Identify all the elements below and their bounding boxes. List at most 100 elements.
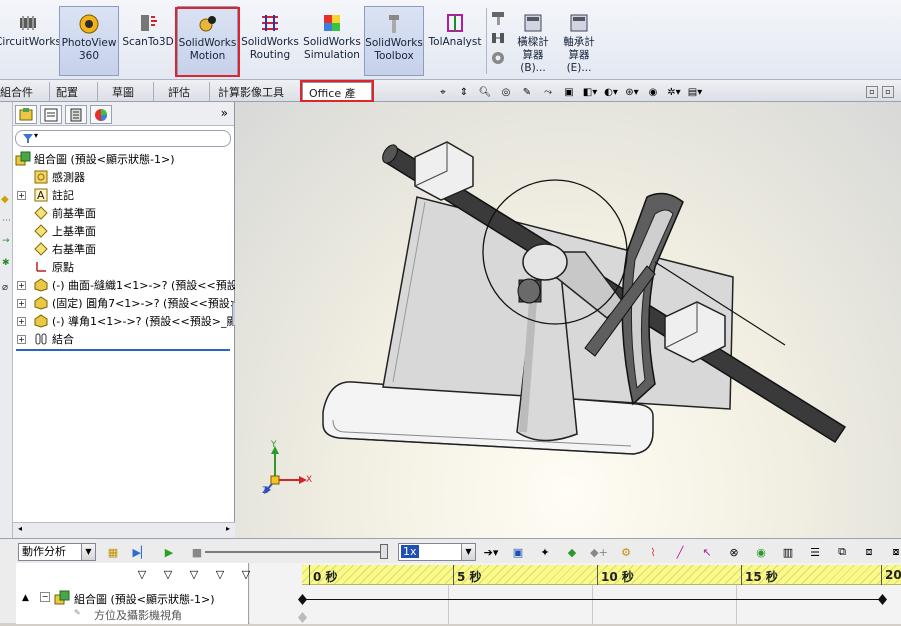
view-orientation-icon[interactable]: ▣	[560, 84, 578, 100]
tree-root[interactable]: 組合圖 (預設<顯示狀態-1>)	[15, 150, 174, 168]
zoom-to-fit-icon[interactable]: ⌖	[434, 84, 452, 100]
circuitworks-button[interactable]: CircuitWorks	[0, 6, 61, 76]
strip-icon-2[interactable]: ⋯	[2, 216, 12, 226]
hide-show-items-icon[interactable]: ◐▾	[602, 84, 620, 100]
autokey-icon[interactable]: ◆	[563, 543, 581, 561]
graphics-area[interactable]: Y X Z	[235, 102, 901, 538]
damper-icon[interactable]: ╱	[671, 543, 689, 561]
filter-selected-icon[interactable]: ▽	[211, 565, 229, 583]
solidworks-routing-button[interactable]: SolidWorks Routing	[241, 6, 299, 76]
dynamic-annotation-icon[interactable]: ⤳	[539, 84, 557, 100]
animation-wizard-icon[interactable]: ✦	[536, 543, 554, 561]
play-icon[interactable]: ▶	[160, 543, 178, 561]
solidworks-simulation-button[interactable]: SolidWorks Simulation	[302, 6, 362, 76]
filter-animated-icon[interactable]: ▽	[159, 565, 177, 583]
displaymanager-tab[interactable]	[90, 105, 112, 124]
motion-study-properties-icon[interactable]: ☰	[806, 543, 824, 561]
scanto3d-button[interactable]: ScanTo3D	[121, 6, 175, 76]
tab-assembly[interactable]: 組合件	[0, 82, 50, 101]
playback-mode-icon[interactable]: ➔▾	[482, 543, 500, 561]
propertymanager-tab[interactable]	[40, 105, 62, 124]
calculate-icon[interactable]: ▦	[104, 543, 122, 561]
strip-icon-4[interactable]: ✱	[2, 258, 12, 268]
filter-dropdown-icon[interactable]: ▾	[34, 131, 38, 140]
key-point-start[interactable]	[298, 594, 307, 605]
tree-item-part-2[interactable]: + (固定) 圓角7<1>->? (預設<<預設>_	[17, 294, 244, 312]
tree-item-mates[interactable]: + 結合	[17, 330, 74, 348]
tree-item-right-plane[interactable]: 右基準面	[33, 240, 96, 258]
strip-icon-5[interactable]: ⌀	[2, 282, 12, 294]
featuremanager-tab[interactable]	[15, 105, 37, 124]
expand-panel-icon[interactable]: »	[221, 106, 228, 120]
force-icon[interactable]: ↖	[698, 543, 716, 561]
expand-icon[interactable]: +	[17, 316, 26, 326]
play-from-start-icon[interactable]: ▶▏	[132, 543, 150, 561]
filter-driving-icon[interactable]: ▽	[185, 565, 203, 583]
beam-calculator-button[interactable]: 橫樑計 算器 (B)...	[512, 6, 554, 76]
add-key-icon[interactable]: ◆+	[590, 543, 608, 561]
zoom-in-icon[interactable]: 🔍︎	[476, 84, 494, 100]
motion-tree-scroll-up-icon[interactable]: ▲	[22, 593, 29, 603]
tree-view-icon[interactable]: ⧈	[860, 543, 878, 561]
time-ruler[interactable]: 0 秒 5 秒 10 秒 15 秒 20	[302, 565, 901, 585]
tree-item-annotations[interactable]: + A 註記	[17, 186, 74, 204]
view-settings-icon[interactable]: ✲▾	[665, 84, 683, 100]
playback-speed-dropdown[interactable]: 1x ▼	[398, 543, 476, 561]
configurationmanager-tab[interactable]	[65, 105, 87, 124]
tree-filter-field[interactable]: ▾	[15, 130, 231, 147]
zoom-to-area-icon[interactable]: ⇕	[455, 84, 473, 100]
tree-rollback-bar[interactable]	[16, 349, 230, 351]
spring-icon[interactable]: ⌇	[644, 543, 662, 561]
photoview-360-button[interactable]: PhotoView 360	[59, 6, 119, 76]
stop-icon[interactable]: ■	[188, 543, 206, 561]
tree-item-part-3[interactable]: + (-) 導角1<1>->? (預設<<預設>_顯示	[17, 312, 248, 330]
screen-capture-icon[interactable]: ▤▾	[686, 84, 704, 100]
section-view-icon[interactable]: ✎	[518, 84, 536, 100]
tolanalyst-button[interactable]: TolAnalyst	[428, 6, 482, 76]
contact-icon[interactable]: ⊗	[725, 543, 743, 561]
timeline[interactable]: 0 秒 5 秒 10 秒 15 秒 20	[250, 563, 901, 624]
expand-icon[interactable]: +	[17, 334, 26, 344]
tree-item-top-plane[interactable]: 上基準面	[33, 222, 96, 240]
motion-tree-child-label[interactable]: 方位及攝影機視角	[94, 607, 182, 623]
expand-icon[interactable]: +	[17, 298, 26, 308]
edit-appearance-icon[interactable]: ⊛▾	[623, 84, 641, 100]
restore-icon[interactable]: ▫	[866, 86, 878, 98]
previous-view-icon[interactable]: ◎	[497, 84, 515, 100]
expand-icon[interactable]: +	[17, 280, 26, 290]
tab-layout[interactable]: 配置	[50, 82, 98, 101]
motor-icon[interactable]: ⚙	[617, 543, 635, 561]
solidworks-toolbox-button[interactable]: SolidWorks Toolbox	[364, 6, 424, 76]
tab-sketch[interactable]: 草圖	[106, 82, 154, 101]
filter-icon[interactable]: ▽	[133, 565, 151, 583]
save-animation-icon[interactable]: ▣	[509, 543, 527, 561]
strip-icon-3[interactable]: →	[2, 236, 12, 246]
expand-icon[interactable]: +	[17, 190, 26, 200]
scroll-right-icon[interactable]: ▸	[222, 524, 234, 537]
results-plots-icon[interactable]: ▥	[779, 543, 797, 561]
panel-horizontal-scrollbar[interactable]: ◂ ▸	[13, 522, 235, 538]
tree-item-sensors[interactable]: 感測器	[33, 168, 85, 186]
washer-icon[interactable]	[490, 50, 506, 66]
key-point-end[interactable]	[878, 594, 887, 605]
hammer-icon[interactable]	[490, 10, 506, 26]
gravity-icon[interactable]: ◉	[752, 543, 770, 561]
scroll-left-icon[interactable]: ◂	[14, 524, 26, 537]
collapse-root-icon[interactable]: −	[40, 592, 50, 602]
key-point-camera[interactable]	[298, 612, 307, 623]
tree-item-part-1[interactable]: + (-) 曲面-縫織1<1>->? (預設<<預設>	[17, 276, 247, 294]
bearing-calculator-button[interactable]: 軸承計 算器 (E)...	[558, 6, 600, 76]
playback-slider-thumb[interactable]	[380, 544, 388, 559]
strip-icon-1[interactable]: ◆	[1, 194, 11, 205]
playback-slider-track[interactable]	[205, 551, 388, 553]
pin[interactable]	[517, 278, 541, 304]
close-icon[interactable]: ▫	[882, 86, 894, 98]
apply-scene-icon[interactable]: ◉	[644, 84, 662, 100]
tab-render-tools[interactable]: 計算影像工具	[212, 82, 302, 101]
tree-item-front-plane[interactable]: 前基準面	[33, 204, 96, 222]
display-style-icon[interactable]: ◧▾	[581, 84, 599, 100]
motion-tree-root-label[interactable]: 組合圖 (預設<顯示狀態-1>)	[74, 591, 214, 607]
study-type-dropdown[interactable]: 動作分析 ▼	[18, 543, 96, 561]
tab-evaluate[interactable]: 評估	[162, 82, 210, 101]
clamp-icon[interactable]	[490, 30, 506, 46]
